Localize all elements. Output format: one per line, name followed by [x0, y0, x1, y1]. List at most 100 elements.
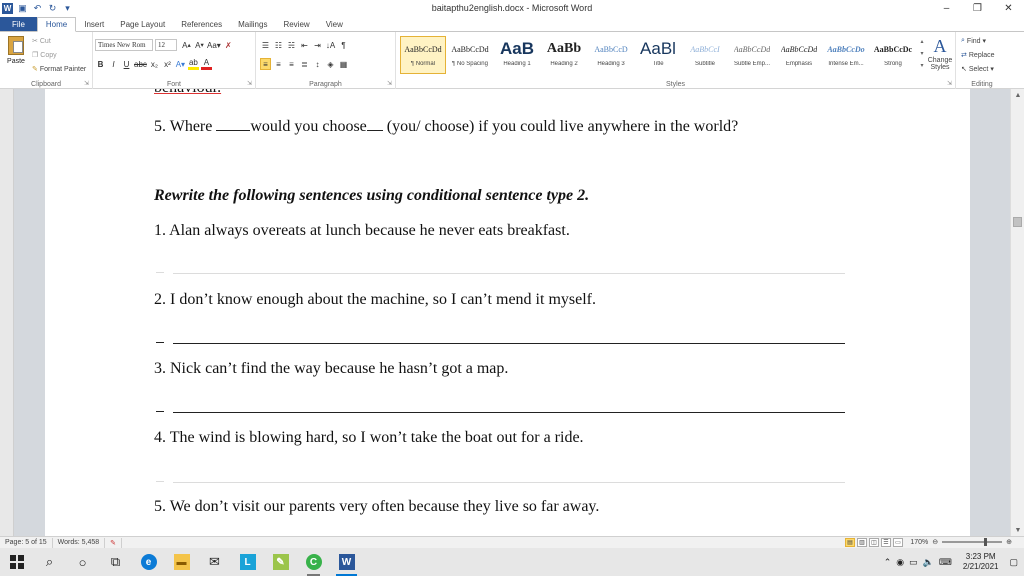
style-heading-1[interactable]: AaB Heading 1	[494, 36, 540, 74]
tab-home[interactable]: Home	[36, 17, 77, 32]
shading-icon[interactable]: ◈	[325, 58, 336, 70]
strikethrough-icon[interactable]: abc	[134, 58, 147, 70]
tab-page-layout[interactable]: Page Layout	[112, 17, 173, 31]
cut-button[interactable]: ✂ Cut	[32, 37, 51, 46]
notifications-icon[interactable]: ▢	[1009, 557, 1018, 568]
style-normal[interactable]: AaBbCcDd ¶ Normal	[400, 36, 446, 74]
sort-icon[interactable]: ↓A	[325, 39, 336, 51]
style-title[interactable]: AaBl Title	[635, 36, 681, 74]
find-button[interactable]: ⌕ Find ▾	[961, 37, 986, 45]
start-icon[interactable]	[0, 548, 33, 576]
word-logo-icon[interactable]: W	[2, 3, 13, 14]
print-layout-icon[interactable]: ▤	[845, 538, 855, 547]
align-right-icon[interactable]: ≡	[286, 58, 297, 70]
redo-icon[interactable]: ↻	[47, 3, 58, 14]
maximize-button[interactable]: ❐	[962, 0, 993, 17]
shrink-font-icon[interactable]: A ▾	[194, 39, 205, 51]
style-no-spacing[interactable]: AaBbCcDd ¶ No Spacing	[447, 36, 493, 74]
tab-references[interactable]: References	[173, 17, 230, 31]
answer-line-2[interactable]	[173, 343, 845, 344]
copy-button[interactable]: ❐ Copy	[32, 51, 57, 60]
line-spacing-icon[interactable]: ↕	[312, 58, 323, 70]
undo-icon[interactable]: ↶	[32, 3, 43, 14]
zoom-slider-knob[interactable]	[984, 538, 988, 546]
bold-icon[interactable]: B	[95, 58, 106, 70]
grow-font-icon[interactable]: A ▴	[181, 39, 192, 51]
word-count[interactable]: Words: 5,458	[53, 537, 106, 548]
vertical-scrollbar[interactable]: ▲ ▼	[1010, 89, 1024, 536]
app-l-icon[interactable]: L	[231, 548, 264, 576]
show-hidden-icons-icon[interactable]: ⌃	[884, 557, 892, 568]
app-c-icon[interactable]: C	[297, 548, 330, 576]
change-case-icon[interactable]: Aa▾	[207, 39, 221, 51]
clear-formatting-icon[interactable]: ✗	[223, 39, 234, 51]
paragraph-launcher-icon[interactable]: ⇲	[387, 80, 392, 87]
zoom-in-icon[interactable]: ⊕	[1006, 538, 1012, 546]
language-icon[interactable]: ⌨	[939, 557, 952, 568]
proofing-icon[interactable]: ✎	[105, 537, 123, 548]
scroll-thumb[interactable]	[1013, 217, 1022, 227]
font-name-box[interactable]: Times New Rom	[95, 39, 153, 51]
font-size-box[interactable]: 12	[155, 39, 177, 51]
customize-qat-icon[interactable]: ▾	[62, 3, 73, 14]
styles-launcher-icon[interactable]: ⇲	[947, 80, 952, 87]
highlight-color-icon[interactable]: ab	[187, 58, 199, 70]
zoom-slider[interactable]	[942, 538, 1003, 546]
edge-icon[interactable]: e	[132, 548, 165, 576]
tab-insert[interactable]: Insert	[76, 17, 112, 31]
paste-button[interactable]: Paste	[5, 36, 27, 76]
align-left-icon[interactable]: ≡	[260, 58, 271, 70]
mail-icon[interactable]: ✉	[198, 548, 231, 576]
tab-view[interactable]: View	[318, 17, 351, 31]
scroll-down-icon[interactable]: ▼	[1011, 524, 1024, 536]
style-heading-2[interactable]: AaBb Heading 2	[541, 36, 587, 74]
underline-icon[interactable]: U	[121, 58, 132, 70]
borders-icon[interactable]: ▦	[338, 58, 349, 70]
font-color-icon[interactable]: A	[200, 58, 212, 70]
scroll-up-icon[interactable]: ▲	[1011, 89, 1024, 101]
superscript-icon[interactable]: x²	[162, 58, 173, 70]
answer-line-1[interactable]	[173, 273, 845, 274]
close-button[interactable]: ✕	[993, 0, 1024, 17]
zoom-level[interactable]: 170%	[910, 539, 928, 546]
dialog-launcher-icon[interactable]: ⇲	[84, 80, 89, 87]
align-center-icon[interactable]: ≡	[273, 58, 284, 70]
pen-app-icon[interactable]: ✎	[264, 548, 297, 576]
page-count[interactable]: Page: 5 of 15	[0, 537, 53, 548]
show-marks-icon[interactable]: ¶	[338, 39, 349, 51]
clock[interactable]: 3:23 PM 2/21/2021	[957, 552, 1005, 572]
answer-line-4[interactable]	[173, 482, 845, 483]
select-button[interactable]: ↖ Select ▾	[961, 65, 994, 74]
subscript-icon[interactable]: x₂	[149, 58, 160, 70]
cortana-icon[interactable]: ○	[66, 548, 99, 576]
italic-icon[interactable]: I	[108, 58, 119, 70]
network-icon[interactable]: ◉	[896, 557, 904, 568]
multilevel-list-icon[interactable]: ☵	[286, 39, 297, 51]
task-view-icon[interactable]: ⧉	[99, 548, 132, 576]
zoom-out-icon[interactable]: ⊖	[932, 538, 938, 546]
web-layout-icon[interactable]: ◫	[869, 538, 879, 547]
volume-icon[interactable]: 🔈	[923, 557, 934, 568]
outline-icon[interactable]: ☰	[881, 538, 891, 547]
full-screen-icon[interactable]: ▥	[857, 538, 867, 547]
bullets-icon[interactable]: ☰	[260, 39, 271, 51]
minimize-button[interactable]: –	[931, 0, 962, 17]
style-strong[interactable]: AaBbCcDc Strong	[870, 36, 916, 74]
numbering-icon[interactable]: ☷	[273, 39, 284, 51]
search-icon[interactable]: ⌕	[33, 548, 66, 576]
answer-line-3[interactable]	[173, 412, 845, 413]
document-page[interactable]: behaviour. 5. Where would you choose (yo…	[45, 89, 970, 536]
style-emphasis[interactable]: AaBbCcDd Emphasis	[776, 36, 822, 74]
style-subtle-emphasis[interactable]: AaBbCcDd Subtle Emp...	[729, 36, 775, 74]
font-launcher-icon[interactable]: ⇲	[247, 80, 252, 87]
tab-mailings[interactable]: Mailings	[230, 17, 275, 31]
format-painter-button[interactable]: ✎ Format Painter	[32, 65, 86, 74]
save-icon[interactable]: ▣	[17, 3, 28, 14]
draft-icon[interactable]: ▭	[893, 538, 903, 547]
increase-indent-icon[interactable]: ⇥	[312, 39, 323, 51]
style-subtitle[interactable]: AaBbCcI Subtitle	[682, 36, 728, 74]
word-taskbar-icon[interactable]: W	[330, 548, 363, 576]
text-effects-icon[interactable]: A▾	[175, 58, 186, 70]
style-heading-3[interactable]: AaBbCcD Heading 3	[588, 36, 634, 74]
change-styles-button[interactable]: A Change Styles	[925, 36, 955, 71]
